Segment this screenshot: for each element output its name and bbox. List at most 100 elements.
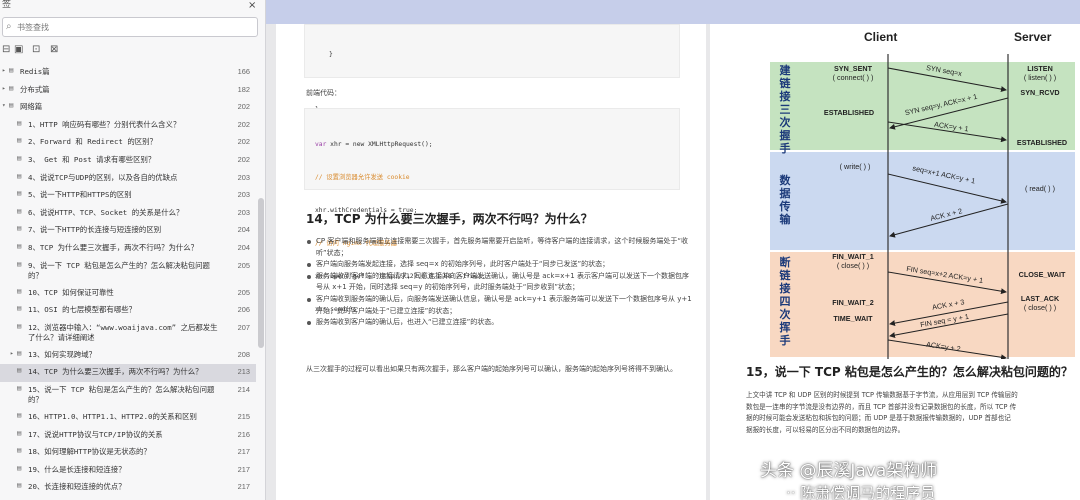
bookmark-item[interactable]: ▤ 9、说一下 TCP 粘包是怎么产生的？怎么解决粘包问题的？ 205 bbox=[0, 258, 256, 285]
tcp-handshake-diagram: Client Server 建链接三次握手 数据传输 断链接四次挥手 SYN_S… bbox=[770, 24, 1075, 359]
summary-paragraph: 从三次握手的过程可以看出如果只有两次握手，那么客户端的起始序列号可以确认，服务端… bbox=[306, 365, 677, 373]
bookmark-page-icon: ▤ bbox=[9, 66, 14, 74]
code-line: } bbox=[329, 51, 333, 58]
bookmark-item[interactable]: ▤ 7、说一下HTTP的长连接与短连接的区别 204 bbox=[0, 222, 256, 240]
state-close-client: ( close( ) ) bbox=[836, 261, 870, 270]
bookmark-page-icon: ▤ bbox=[17, 321, 22, 330]
bookmark-page-icon: ▤ bbox=[17, 304, 22, 313]
bookmark-page-icon: ▤ bbox=[17, 428, 22, 437]
bookmark-icon[interactable]: ⊡ bbox=[32, 44, 40, 55]
bookmark-item-label: 13、如何实现跨域？ bbox=[28, 349, 97, 359]
bookmark-item[interactable]: ▤ 1、HTTP 响应码有哪些？分别代表什么含义？ 202 bbox=[0, 117, 256, 135]
state-connect: ( connect( ) ) bbox=[832, 73, 874, 82]
bookmark-item[interactable]: ▤ 18、如何理解HTTP协议是无状态的？ 217 bbox=[0, 444, 256, 462]
watermark-author: 头条 @辰溪Java架构师 bbox=[760, 461, 938, 481]
list-item: 客户端向服务端发起连接，选择 seq=x 的初始序列号，此时客户端处于“同步已发… bbox=[306, 259, 694, 271]
bookmark-search-input[interactable] bbox=[17, 20, 247, 34]
bookmark-item[interactable]: ▤ 19、什么是长连接和短连接？ 217 bbox=[0, 462, 256, 480]
bookmark-item-label: 3、 Get 和 Post 请求有哪些区别？ bbox=[28, 154, 156, 164]
state-time-wait: TIME_WAIT bbox=[833, 314, 873, 323]
state-syn-rcvd: SYN_RCVD bbox=[1020, 88, 1060, 97]
bookmark-page-icon: ▤ bbox=[17, 136, 22, 145]
frontend-code-label: 前端代码： bbox=[306, 89, 341, 97]
pdf-page-left: } } 前端代码： var xhr = new XMLHttpRequest()… bbox=[276, 24, 706, 500]
bookmark-page-number: 217 bbox=[237, 464, 250, 474]
bookmark-item[interactable]: ▤ 8、TCP 为什么要三次握手，两次不行吗？为什么？ 204 bbox=[0, 240, 256, 258]
code-block-frontend: var xhr = new XMLHttpRequest(); // 设置浏览器… bbox=[304, 108, 680, 313]
bookmark-page-icon: ▤ bbox=[17, 171, 22, 180]
bookmark-item[interactable]: ▤ 15、说一下 TCP 粘包是怎么产生的？怎么解决粘包问题的？ 214 bbox=[0, 382, 256, 409]
chevron-right-icon[interactable]: ▸ bbox=[10, 350, 14, 357]
state-last-ack: LAST_ACK bbox=[1020, 294, 1060, 303]
bookmark-search-box[interactable]: ⌕ bbox=[2, 17, 258, 37]
bookmark-item[interactable]: ▤ 3、 Get 和 Post 请求有哪些区别？ 202 bbox=[0, 152, 256, 170]
bookmark-item-label: 6、说说HTTP、TCP、Socket 的关系是什么？ bbox=[28, 207, 184, 217]
add-bookmark-icon[interactable]: ▣ bbox=[14, 44, 23, 55]
chevron-down-icon[interactable]: ▾ bbox=[2, 102, 6, 109]
sidebar-scrollbar[interactable] bbox=[258, 198, 264, 348]
bookmark-page-number: 202 bbox=[237, 119, 250, 129]
handshake-bullet-list: CP 客户端和服务端建立连接需要三次握手，首先服务端需要开启监听，等待客户端的连… bbox=[306, 236, 694, 329]
bookmark-item[interactable]: ▤ 17、说说HTTP协议与TCP/IP协议的关系 216 bbox=[0, 427, 256, 445]
bookmark-item[interactable]: ▤ 11、OSI 的七层模型都有哪些？ 206 bbox=[0, 302, 256, 320]
bookmark-item-label: 11、OSI 的七层模型都有哪些？ bbox=[28, 305, 136, 315]
bookmark-page-icon: ▤ bbox=[17, 286, 22, 295]
bookmark-item[interactable]: ▤ 14、TCP 为什么要三次握手，两次不行吗？为什么？ 213 bbox=[0, 364, 256, 382]
bookmark-page-number: 166 bbox=[237, 67, 250, 76]
bookmark-page-icon: ▤ bbox=[17, 383, 22, 392]
bookmark-item[interactable]: ▤ 5、说一下HTTP和HTTPS的区别 203 bbox=[0, 187, 256, 205]
paragraph-line: 据报的长度，可以轻易的区分出不同的数据包的边界。 bbox=[746, 425, 905, 434]
bookmark-item[interactable]: ▤ 4、说说TCP与UDP的区别，以及各自的优缺点 203 bbox=[0, 170, 256, 188]
state-write: ( write( ) ) bbox=[839, 162, 871, 171]
bookmark-item[interactable]: ▸ ▤ 分布式篇 182 bbox=[0, 82, 256, 100]
chevron-right-icon[interactable]: ▸ bbox=[2, 85, 6, 92]
bookmark-item[interactable]: ▤ 16、HTTP1.0、HTTP1.1、HTTP2.0的关系和区别 215 bbox=[0, 409, 256, 427]
bookmark-item[interactable]: ▸ ▤ Redis篇 166 bbox=[0, 64, 256, 82]
bookmark-item[interactable]: ▤ 6、说说HTTP、TCP、Socket 的关系是什么？ 203 bbox=[0, 205, 256, 223]
bookmark-page-number: 202 bbox=[237, 137, 250, 147]
bookmark-item-label: 8、TCP 为什么要三次握手，两次不行吗？为什么？ bbox=[28, 242, 199, 252]
state-fin-wait-1: FIN_WAIT_1 bbox=[832, 252, 874, 261]
bookmark-page-icon: ▤ bbox=[17, 463, 22, 472]
paragraph-line: 上文中讲 TCP 和 UDP 区别的时候提到 TCP 传输数据基于字节流，从应用… bbox=[746, 391, 1018, 399]
bookmark-page-icon: ▤ bbox=[9, 101, 14, 110]
bookmark-page-number: 215 bbox=[237, 411, 250, 421]
bookmark-item-label: 5、说一下HTTP和HTTPS的区别 bbox=[28, 190, 132, 200]
bookmark-item-label: 19、什么是长连接和短连接？ bbox=[28, 464, 126, 474]
bookmark-page-number: 205 bbox=[237, 260, 250, 270]
bookmark-page-number: 214 bbox=[237, 384, 250, 394]
bookmark-page-icon: ▤ bbox=[17, 259, 22, 268]
chevron-right-icon[interactable]: ▸ bbox=[2, 67, 6, 74]
document-view: } } 前端代码： var xhr = new XMLHttpRequest()… bbox=[266, 0, 1080, 500]
bookmark-item-label: 20、长连接和短连接的优点？ bbox=[28, 482, 126, 492]
bookmark-page-number: 205 bbox=[237, 287, 250, 297]
close-icon[interactable]: × bbox=[248, 0, 256, 11]
watermark-subtext: ·· 陈萧偿调马的程序员 bbox=[786, 484, 936, 500]
bookmark-item[interactable]: ▸ ▤ 13、如何实现跨域？ 208 bbox=[0, 347, 256, 365]
bookmark-page-number: 213 bbox=[237, 367, 250, 377]
list-item: 服务端收到客户端的连接请求，同意连接并向客户端发送确认，确认号是 ack=x+1… bbox=[306, 271, 694, 294]
delete-bookmark-icon[interactable]: ⊠ bbox=[50, 44, 58, 55]
bookmark-item[interactable]: ▤ 12、浏览器中输入：“www.woaijava.com” 之后都发生了什么？请… bbox=[0, 320, 256, 347]
code-line: var xhr = new XMLHttpRequest(); bbox=[315, 141, 433, 148]
bookmark-page-number: 217 bbox=[237, 482, 250, 492]
pdf-page-right: Client Server 建链接三次握手 数据传输 断链接四次挥手 SYN_S… bbox=[710, 24, 1080, 500]
bookmark-page-icon: ▤ bbox=[17, 446, 22, 455]
bookmark-page-number: 204 bbox=[237, 242, 250, 252]
bookmark-page-number: 202 bbox=[237, 102, 250, 112]
expand-all-icon[interactable]: ⊟ bbox=[2, 44, 10, 55]
bookmark-item[interactable]: ▾ ▤ 网络篇 202 bbox=[0, 99, 256, 117]
state-close-wait: CLOSE_WAIT bbox=[1018, 270, 1066, 279]
bookmark-item[interactable]: ▤ 20、长连接和短连接的优点？ 217 bbox=[0, 479, 256, 497]
bookmark-page-icon: ▤ bbox=[17, 241, 22, 250]
bookmark-item[interactable]: ▤ 10、TCP 如何保证可靠性 205 bbox=[0, 285, 256, 303]
section-heading-15: 15，说一下 TCP 粘包是怎么产生的？怎么解决粘包问题的？ bbox=[746, 365, 1073, 379]
section-heading-14: 14，TCP 为什么要三次握手，两次不行吗？为什么？ bbox=[306, 212, 593, 226]
bookmark-item-label: 7、说一下HTTP的长连接与短连接的区别 bbox=[28, 225, 162, 235]
bookmark-sidebar: 签 × ⌕ ⊟ ▣ ⊡ ⊠ ▸▤Redis篇166▸▤分布式篇182▾▤网络篇2… bbox=[0, 0, 266, 500]
bookmark-item[interactable]: ▤ 2、Forward 和 Redirect 的区别？ 202 bbox=[0, 134, 256, 152]
bookmark-item-label: 17、说说HTTP协议与TCP/IP协议的关系 bbox=[28, 429, 163, 439]
bookmark-page-icon: ▤ bbox=[17, 481, 22, 490]
bookmark-page-number: 182 bbox=[237, 84, 250, 94]
paragraph-line: 据的时候可能会发送粘包和拆包的问题；而 UDP 是基于数据报传输数据的，UDP … bbox=[746, 414, 1011, 422]
